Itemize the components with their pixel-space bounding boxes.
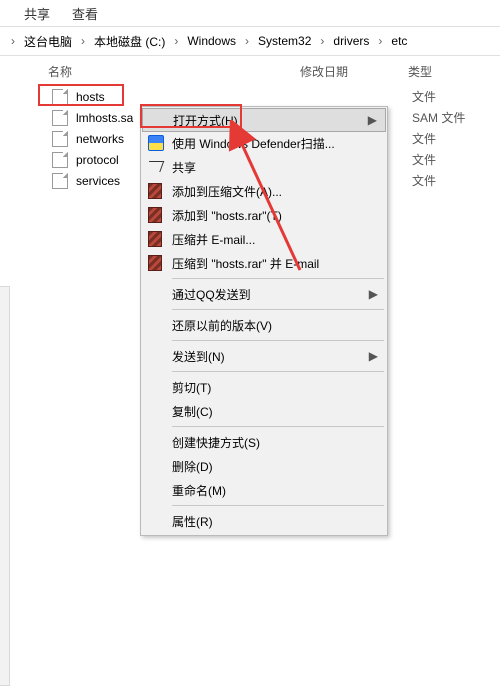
submenu-arrow-icon: ▶ <box>369 287 378 301</box>
breadcrumb-item[interactable]: drivers <box>329 32 373 50</box>
file-name: lmhosts.sa <box>76 111 133 125</box>
file-icon <box>52 131 68 147</box>
nav-pane-edge <box>0 286 10 686</box>
menu-share[interactable]: 共享 <box>24 4 50 23</box>
separator <box>172 278 384 279</box>
cm-label: 打开方式(H) <box>173 112 238 129</box>
menu-view[interactable]: 查看 <box>72 4 98 23</box>
breadcrumb-item[interactable]: etc <box>387 32 411 50</box>
cm-label: 发送到(N) <box>172 348 225 365</box>
window-menu-bar: 共享 查看 <box>0 0 500 26</box>
cm-label: 属性(R) <box>172 513 213 530</box>
submenu-arrow-icon: ▶ <box>368 113 377 127</box>
file-name: hosts <box>76 90 105 104</box>
chevron-right-icon: › <box>6 34 20 48</box>
cm-rar-email[interactable]: 压缩并 E-mail... <box>142 227 386 251</box>
separator <box>172 426 384 427</box>
cm-rename[interactable]: 重命名(M) <box>142 478 386 502</box>
file-name: services <box>76 174 120 188</box>
separator <box>172 340 384 341</box>
separator <box>172 309 384 310</box>
chevron-right-icon: › <box>169 34 183 48</box>
cm-sendto[interactable]: 发送到(N) ▶ <box>142 344 386 368</box>
file-icon <box>52 89 68 105</box>
cm-copy[interactable]: 复制(C) <box>142 399 386 423</box>
breadcrumb-item[interactable]: 这台电脑 <box>20 31 76 52</box>
cm-label: 压缩到 "hosts.rar" 并 E-mail <box>172 255 319 272</box>
chevron-right-icon: › <box>76 34 90 48</box>
cm-label: 添加到 "hosts.rar"(T) <box>172 207 282 224</box>
file-name: protocol <box>76 153 119 167</box>
cm-label: 删除(D) <box>172 458 213 475</box>
context-menu: 打开方式(H) ▶ 使用 Windows Defender扫描... 共享 添加… <box>140 106 388 536</box>
type-column: 文件 SAM 文件 文件 文件 文件 <box>412 86 465 191</box>
submenu-arrow-icon: ▶ <box>369 349 378 363</box>
cm-label: 压缩并 E-mail... <box>172 231 255 248</box>
file-type: 文件 <box>412 128 465 149</box>
cm-rar-emailto[interactable]: 压缩到 "hosts.rar" 并 E-mail <box>142 251 386 275</box>
cm-label: 添加到压缩文件(A)... <box>172 183 282 200</box>
file-type: SAM 文件 <box>412 107 465 128</box>
column-headers: 名称 修改日期 类型 <box>0 56 500 86</box>
chevron-right-icon: › <box>240 34 254 48</box>
cm-shortcut[interactable]: 创建快捷方式(S) <box>142 430 386 454</box>
cm-rar-add[interactable]: 添加到压缩文件(A)... <box>142 179 386 203</box>
cm-defender[interactable]: 使用 Windows Defender扫描... <box>142 131 386 155</box>
chevron-right-icon: › <box>373 34 387 48</box>
cm-label: 重命名(M) <box>172 482 226 499</box>
breadcrumb[interactable]: › 这台电脑 › 本地磁盘 (C:) › Windows › System32 … <box>0 26 500 56</box>
cm-label: 使用 Windows Defender扫描... <box>172 135 335 152</box>
separator <box>172 371 384 372</box>
shield-icon <box>148 135 164 151</box>
cm-delete[interactable]: 删除(D) <box>142 454 386 478</box>
breadcrumb-item[interactable]: System32 <box>254 32 315 50</box>
chevron-right-icon: › <box>315 34 329 48</box>
file-icon <box>52 173 68 189</box>
cm-label: 共享 <box>172 159 196 176</box>
cm-share[interactable]: 共享 <box>142 155 386 179</box>
file-type: 文件 <box>412 170 465 191</box>
rar-icon <box>148 255 164 271</box>
separator <box>172 505 384 506</box>
rar-icon <box>148 207 164 223</box>
cm-qq[interactable]: 通过QQ发送到 ▶ <box>142 282 386 306</box>
breadcrumb-item[interactable]: 本地磁盘 (C:) <box>90 31 169 52</box>
cm-cut[interactable]: 剪切(T) <box>142 375 386 399</box>
cm-rar-addhost[interactable]: 添加到 "hosts.rar"(T) <box>142 203 386 227</box>
breadcrumb-item[interactable]: Windows <box>183 32 240 50</box>
cm-restore[interactable]: 还原以前的版本(V) <box>142 313 386 337</box>
file-icon <box>52 152 68 168</box>
col-name[interactable]: 名称 <box>0 63 300 80</box>
rar-icon <box>148 183 164 199</box>
col-modified[interactable]: 修改日期 <box>300 63 408 80</box>
share-icon <box>148 159 164 175</box>
cm-props[interactable]: 属性(R) <box>142 509 386 533</box>
cm-open-with[interactable]: 打开方式(H) ▶ <box>142 108 386 132</box>
col-type[interactable]: 类型 <box>408 63 500 80</box>
file-type: 文件 <box>412 149 465 170</box>
file-type: 文件 <box>412 86 465 107</box>
file-icon <box>52 110 68 126</box>
cm-label: 创建快捷方式(S) <box>172 434 260 451</box>
file-name: networks <box>76 132 124 146</box>
cm-label: 通过QQ发送到 <box>172 286 251 303</box>
cm-label: 剪切(T) <box>172 379 211 396</box>
cm-label: 复制(C) <box>172 403 213 420</box>
rar-icon <box>148 231 164 247</box>
cm-label: 还原以前的版本(V) <box>172 317 272 334</box>
